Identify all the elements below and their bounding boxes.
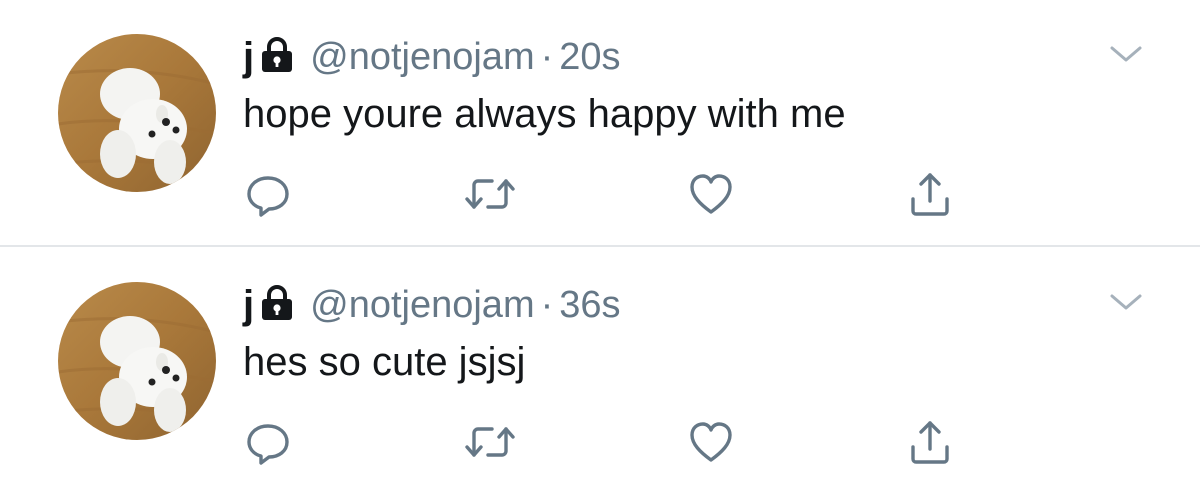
lock-icon: [260, 284, 294, 326]
retweet-icon: [465, 179, 515, 209]
tweet-divider: [0, 245, 1200, 247]
tweet-actions: [0, 414, 1200, 474]
share-icon: [911, 421, 949, 464]
timestamp[interactable]: 36s: [559, 284, 620, 327]
reply-icon: [247, 176, 289, 217]
reply-icon: [247, 424, 289, 465]
share-button[interactable]: [902, 414, 958, 470]
retweet-button[interactable]: [462, 414, 518, 470]
chevron-down-icon[interactable]: [1106, 290, 1146, 314]
tweet-header: j @notjenojam · 20s: [243, 30, 621, 84]
display-name[interactable]: j: [243, 283, 254, 328]
timestamp[interactable]: 20s: [559, 36, 620, 79]
reply-button[interactable]: [240, 166, 296, 222]
like-icon: [690, 422, 732, 462]
like-button[interactable]: [683, 166, 739, 222]
tweet-text: hope youre always happy with me: [243, 92, 846, 136]
handle[interactable]: @notjenojam: [310, 284, 534, 327]
like-button[interactable]: [683, 414, 739, 470]
display-name[interactable]: j: [243, 35, 254, 80]
tweet-text: hes so cute jsjsj: [243, 340, 526, 384]
like-icon: [690, 174, 732, 214]
handle[interactable]: @notjenojam: [310, 36, 534, 79]
tweet-actions: [0, 166, 1200, 226]
share-icon: [911, 173, 949, 216]
tweet-header: j @notjenojam · 36s: [243, 278, 621, 332]
chevron-down-icon[interactable]: [1106, 42, 1146, 66]
tweet[interactable]: j @notjenojam · 36s hes so cute jsjsj: [0, 248, 1200, 492]
reply-button[interactable]: [240, 414, 296, 470]
lock-icon: [260, 36, 294, 78]
separator-dot: ·: [540, 283, 554, 326]
separator-dot: ·: [540, 35, 554, 78]
retweet-button[interactable]: [462, 166, 518, 222]
tweet[interactable]: j @notjenojam · 20s hope youre always ha…: [0, 0, 1200, 244]
retweet-icon: [465, 427, 515, 457]
share-button[interactable]: [902, 166, 958, 222]
